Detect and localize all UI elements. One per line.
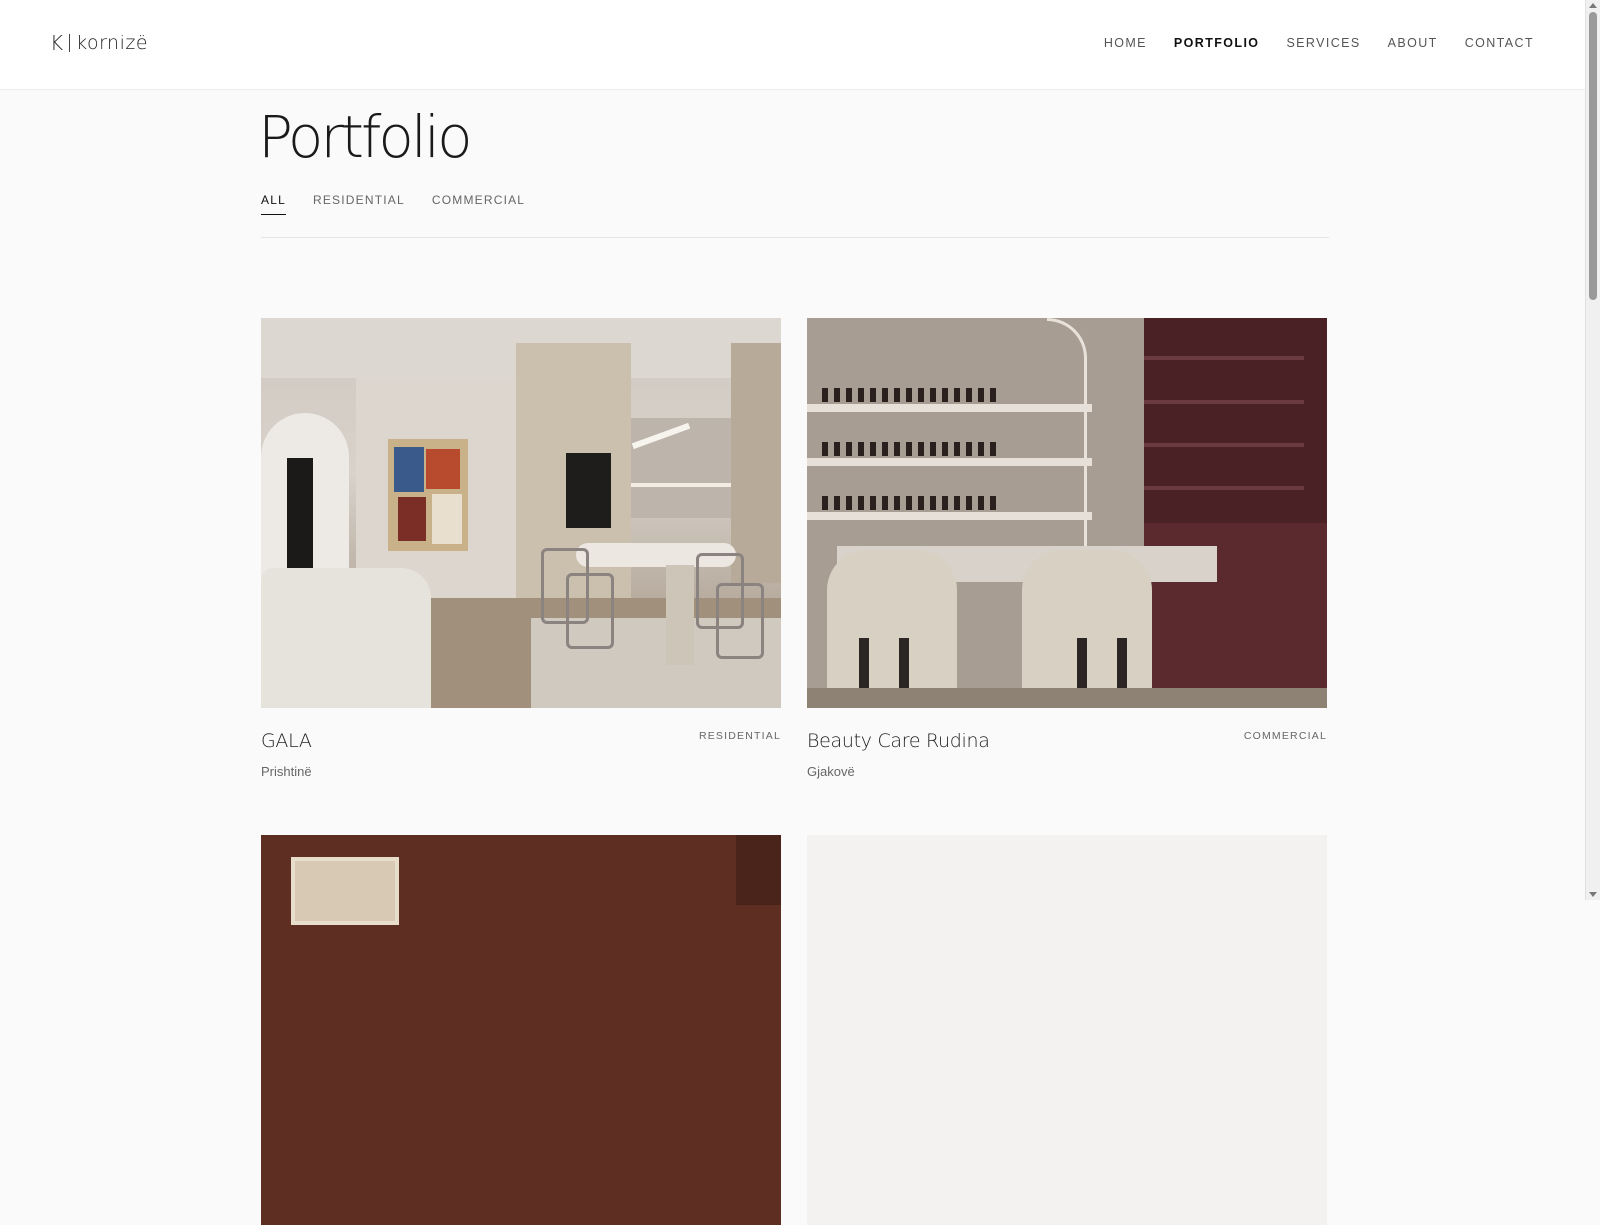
project-card-3[interactable]	[261, 835, 781, 1225]
scroll-thumb[interactable]	[1589, 12, 1597, 300]
nav-about[interactable]: ABOUT	[1388, 36, 1438, 50]
painting	[388, 439, 468, 551]
project-meta: Beauty Care Rudina COMMERCIAL Gjakovë	[807, 708, 1327, 798]
project-category: COMMERCIAL	[1243, 730, 1327, 742]
page-scrollbar[interactable]	[1585, 0, 1600, 900]
project-card-beauty-care-rudina[interactable]: Beauty Care Rudina COMMERCIAL Gjakovë	[807, 318, 1327, 798]
scroll-up-arrow-icon[interactable]	[1589, 3, 1597, 8]
project-image-gala[interactable]	[261, 318, 781, 708]
project-title[interactable]: Beauty Care Rudina	[807, 730, 990, 752]
nav-services[interactable]: SERVICES	[1286, 36, 1360, 50]
tabs-divider	[261, 237, 1329, 238]
project-location: Gjakovë	[807, 764, 855, 779]
logo[interactable]: K kornizë	[50, 31, 148, 55]
scroll-down-arrow-icon[interactable]	[1589, 892, 1597, 897]
tab-residential[interactable]: RESIDENTIAL	[313, 193, 405, 215]
logo-mark: K	[50, 31, 64, 55]
nav-portfolio[interactable]: PORTFOLIO	[1174, 36, 1260, 50]
logo-text: kornizë	[76, 32, 149, 54]
tab-all[interactable]: ALL	[261, 193, 286, 215]
main-nav: HOME PORTFOLIO SERVICES ABOUT CONTACT	[1104, 36, 1534, 50]
filter-tabs: ALL RESIDENTIAL COMMERCIAL	[261, 193, 525, 215]
nav-contact[interactable]: CONTACT	[1465, 36, 1534, 50]
project-image-4[interactable]	[807, 835, 1327, 1225]
project-location: Prishtinë	[261, 764, 312, 779]
project-card-4[interactable]	[807, 835, 1327, 1225]
project-image-beauty-care-rudina[interactable]	[807, 318, 1327, 708]
tab-commercial[interactable]: COMMERCIAL	[432, 193, 525, 215]
page-title: Portfolio	[258, 103, 473, 171]
nav-home[interactable]: HOME	[1104, 36, 1147, 50]
project-meta: GALA RESIDENTIAL Prishtinë	[261, 708, 781, 798]
project-card-gala[interactable]: GALA RESIDENTIAL Prishtinë	[261, 318, 781, 798]
project-image-3[interactable]	[261, 835, 781, 1225]
project-category: RESIDENTIAL	[698, 730, 781, 742]
site-header: K kornizë HOME PORTFOLIO SERVICES ABOUT …	[0, 0, 1586, 90]
logo-divider	[69, 34, 71, 52]
project-title[interactable]: GALA	[261, 730, 312, 752]
